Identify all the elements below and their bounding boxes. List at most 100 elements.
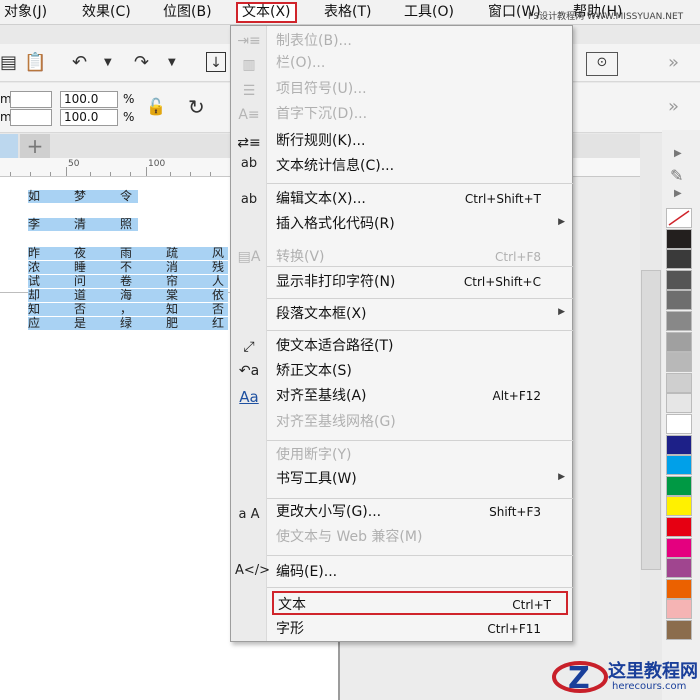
- menu-item-insert-formatting-code[interactable]: 插入格式化代码(R) ▶: [267, 212, 573, 236]
- lock-ratio-icon[interactable]: 🔓: [146, 97, 166, 117]
- color-swatch[interactable]: [666, 578, 692, 599]
- poem-line: 如梦令: [28, 190, 138, 203]
- color-swatch[interactable]: [666, 249, 692, 270]
- width-field[interactable]: [10, 91, 52, 108]
- menu-item-tab-stops[interactable]: 制表位(B)...: [267, 29, 573, 53]
- menu-item-align-to-baseline-grid[interactable]: 对齐至基线网格(G): [267, 410, 573, 434]
- redo-icon[interactable]: ↷: [134, 53, 149, 73]
- poem-char: 海: [120, 288, 133, 302]
- color-swatch[interactable]: [666, 434, 692, 455]
- rotate-icon[interactable]: ↻: [188, 97, 205, 117]
- menu-item-change-case[interactable]: 更改大小写(G)... Shift+F3: [267, 500, 573, 524]
- palette-expand-icon[interactable]: ▶: [674, 184, 682, 204]
- menu-item-make-text-web-compatible[interactable]: 使文本与 Web 兼容(M): [267, 525, 573, 549]
- color-swatch[interactable]: [666, 496, 692, 517]
- menu-item-text[interactable]: 文本 Ctrl+T: [272, 591, 568, 615]
- poem-char: 令: [120, 189, 133, 203]
- poem-line: 知 否 ， 知 否: [28, 303, 228, 316]
- scale-height-field[interactable]: 100.0: [60, 109, 118, 126]
- menu-item-straighten-text[interactable]: 矫正文本(S): [267, 359, 573, 383]
- poem-char: 消: [166, 260, 179, 274]
- menu-item-label: 编码(E)...: [276, 564, 338, 580]
- menu-bitmap[interactable]: 位图(B): [163, 2, 212, 23]
- menu-item-writing-tools[interactable]: 书写工具(W) ▶: [267, 467, 573, 491]
- color-swatch[interactable]: [666, 290, 692, 311]
- menu-table[interactable]: 表格(T): [324, 2, 371, 23]
- docker-scrollbar[interactable]: [641, 270, 661, 570]
- site-watermark: PS设计教程网 WWW.MISSYUAN.NET: [528, 12, 684, 22]
- menu-item-encoding[interactable]: 编码(E)...: [267, 560, 573, 584]
- color-swatch[interactable]: [666, 455, 692, 476]
- snap-icon[interactable]: ⊙: [586, 52, 618, 76]
- menu-item-columns[interactable]: 栏(O)...: [267, 51, 573, 75]
- poem-char: 清: [74, 217, 87, 231]
- color-swatch[interactable]: [666, 475, 692, 496]
- menu-item-label: 字形: [276, 621, 304, 637]
- document-tab[interactable]: [0, 134, 18, 158]
- menu-tools[interactable]: 工具(O): [404, 2, 454, 23]
- menu-item-use-hyphenation[interactable]: 使用断字(Y): [267, 443, 573, 467]
- no-color-swatch[interactable]: [666, 208, 692, 228]
- poem-char: 否: [74, 302, 87, 316]
- paste-icon[interactable]: 📋: [24, 53, 46, 73]
- color-swatch[interactable]: [666, 331, 692, 352]
- menu-item-label: 对齐至基线网格(G): [276, 414, 396, 430]
- menu-item-label: 项目符号(U)...: [276, 81, 367, 97]
- copy-icon[interactable]: ▤: [0, 53, 17, 73]
- chevron-more-icon-2[interactable]: »: [668, 97, 679, 117]
- chevron-more-icon[interactable]: »: [668, 53, 679, 73]
- height-field[interactable]: [10, 109, 52, 126]
- menu-item-shortcut: Ctrl+T: [512, 598, 551, 612]
- undo-dropdown-icon[interactable]: ▼: [104, 53, 112, 73]
- color-swatch[interactable]: [666, 393, 692, 414]
- menu-separator: [267, 587, 573, 588]
- menu-text[interactable]: 文本(X): [236, 2, 297, 23]
- color-swatch[interactable]: [666, 269, 692, 290]
- poem-char: 问: [74, 274, 87, 288]
- color-swatch[interactable]: [666, 352, 692, 373]
- menu-item-shortcut: Shift+F3: [489, 505, 541, 519]
- columns-icon: ▥: [242, 57, 256, 73]
- menu-item-label: 文本统计信息(C)...: [276, 158, 395, 174]
- menu-item-edit-text[interactable]: 编辑文本(X)... Ctrl+Shift+T: [267, 187, 573, 211]
- color-swatch[interactable]: [666, 537, 692, 558]
- menu-item-text-statistics[interactable]: 文本统计信息(C)...: [267, 154, 573, 178]
- menu-item-bullets[interactable]: 项目符号(U)...: [267, 77, 573, 101]
- menu-item-drop-cap[interactable]: 首字下沉(D)...: [267, 102, 573, 126]
- scale-width-field[interactable]: 100.0: [60, 91, 118, 108]
- color-swatch[interactable]: [666, 517, 692, 537]
- svg-text:Z: Z: [568, 661, 590, 696]
- palette-scroll-up-icon[interactable]: ▶: [674, 144, 682, 164]
- menu-item-label: 文本: [278, 597, 306, 613]
- color-swatch[interactable]: [666, 620, 692, 640]
- menu-item-align-to-baseline[interactable]: 对齐至基线(A) Alt+F12: [267, 384, 573, 408]
- add-tab-icon[interactable]: +: [20, 134, 50, 158]
- eyedropper-icon[interactable]: ✎: [670, 166, 683, 186]
- undo-icon[interactable]: ↶: [72, 53, 87, 73]
- menu-item-line-break-rules[interactable]: 断行规则(K)...: [267, 129, 573, 153]
- poem-char: 却: [28, 288, 41, 302]
- menu-effects[interactable]: 效果(C): [82, 2, 131, 23]
- color-swatch[interactable]: [666, 599, 692, 620]
- poem-line: 浓睡不消残: [28, 261, 228, 274]
- encoding-icon: A</>: [235, 563, 271, 578]
- ruler-label-50: 50: [68, 159, 80, 169]
- redo-dropdown-icon[interactable]: ▼: [168, 53, 176, 73]
- color-swatch[interactable]: [666, 228, 692, 249]
- color-swatch[interactable]: [666, 414, 692, 434]
- menu-object[interactable]: 对象(J): [4, 2, 47, 23]
- menu-item-label: 插入格式化代码(R): [276, 216, 395, 232]
- site-logo: Z 这里教程网 herecours.com: [550, 655, 700, 700]
- menu-item-fit-text-to-path[interactable]: 使文本适合路径(T): [267, 334, 573, 358]
- menu-item-label: 显示非打印字符(N): [276, 274, 396, 290]
- color-swatch[interactable]: [666, 372, 692, 393]
- menu-item-show-nonprinting[interactable]: 显示非打印字符(N) Ctrl+Shift+C: [267, 270, 573, 294]
- menu-item-glyphs[interactable]: 字形 Ctrl+F11: [267, 617, 573, 641]
- menu-item-paragraph-text-frame[interactable]: 段落文本框(X) ▶: [267, 302, 573, 326]
- poem-char: 不: [120, 260, 133, 274]
- color-swatch[interactable]: [666, 311, 692, 331]
- logo-z-icon: Z: [552, 661, 608, 696]
- color-swatch[interactable]: [666, 558, 692, 579]
- import-icon[interactable]: ↓: [206, 52, 226, 72]
- poem-line: 李清照: [28, 218, 138, 231]
